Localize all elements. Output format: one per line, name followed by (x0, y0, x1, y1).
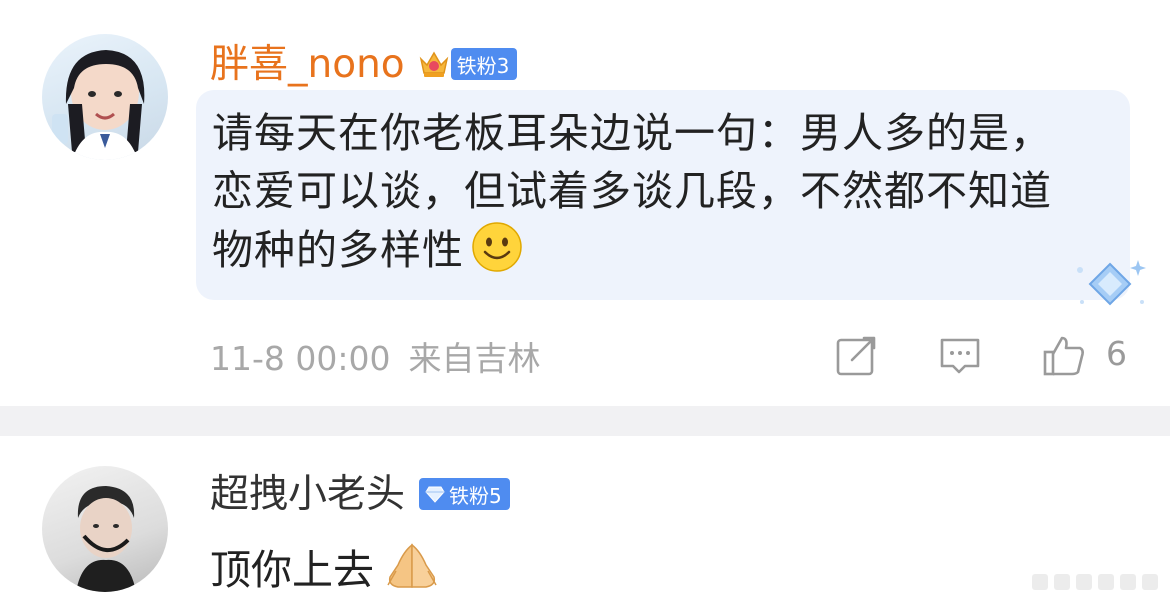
timestamp: 11-8 00:00 (210, 339, 391, 378)
avatar-image (76, 486, 136, 592)
watermark-square (1120, 574, 1136, 590)
diamond-icon (425, 486, 445, 503)
like-icon[interactable] (1042, 334, 1086, 378)
praying-hands-emoji-icon (387, 543, 437, 588)
share-icon[interactable] (834, 334, 878, 378)
username[interactable]: 胖喜_nono (210, 45, 405, 84)
comment-text: 请每天在你老板耳朵边说一句：男人多的是，恋爱可以谈，但试着多谈几段，不然都不知道… (212, 104, 1092, 279)
location: 来自吉林 (408, 339, 541, 378)
comment-text: 顶你上去 (210, 536, 440, 596)
section-divider (0, 406, 1170, 436)
comment-item: 超拽小老头 铁粉5 顶你上去 (0, 436, 1170, 602)
like-count: 6 (1106, 334, 1127, 373)
watermark-square (1142, 574, 1158, 590)
watermark-square (1054, 574, 1070, 590)
fan-badge-label: 铁粉5 (449, 483, 502, 508)
watermark-square (1032, 574, 1048, 590)
username[interactable]: 超拽小老头 (210, 475, 405, 514)
diamond-sparkle-icon (1077, 260, 1146, 306)
fan-badge[interactable]: 铁粉3 (450, 48, 518, 80)
comment-body: 请每天在你老板耳朵边说一句：男人多的是，恋爱可以谈，但试着多谈几段，不然都不知道… (212, 109, 1052, 274)
watermark-square (1098, 574, 1114, 590)
avatar[interactable] (42, 34, 168, 160)
fan-badge-label: 铁粉3 (456, 53, 510, 78)
username-row: 超拽小老头 铁粉5 (210, 470, 510, 518)
comment-meta: 11-8 00:00 来自吉林 (210, 332, 541, 380)
crown-icon (419, 51, 448, 77)
watermark-square (1076, 574, 1092, 590)
avatar[interactable] (42, 466, 168, 592)
smile-emoji-icon (472, 222, 522, 272)
comment-item: 胖喜_nono 铁粉3 请每天在你老板耳朵边说一句：男人多的是，恋爱可以谈，但试… (0, 0, 1170, 406)
comment-body: 顶你上去 (210, 546, 374, 594)
reply-icon[interactable] (938, 334, 982, 378)
avatar-image (52, 50, 145, 160)
username-row: 胖喜_nono 铁粉3 (210, 38, 518, 90)
fan-badge[interactable]: 铁粉5 (419, 478, 510, 510)
